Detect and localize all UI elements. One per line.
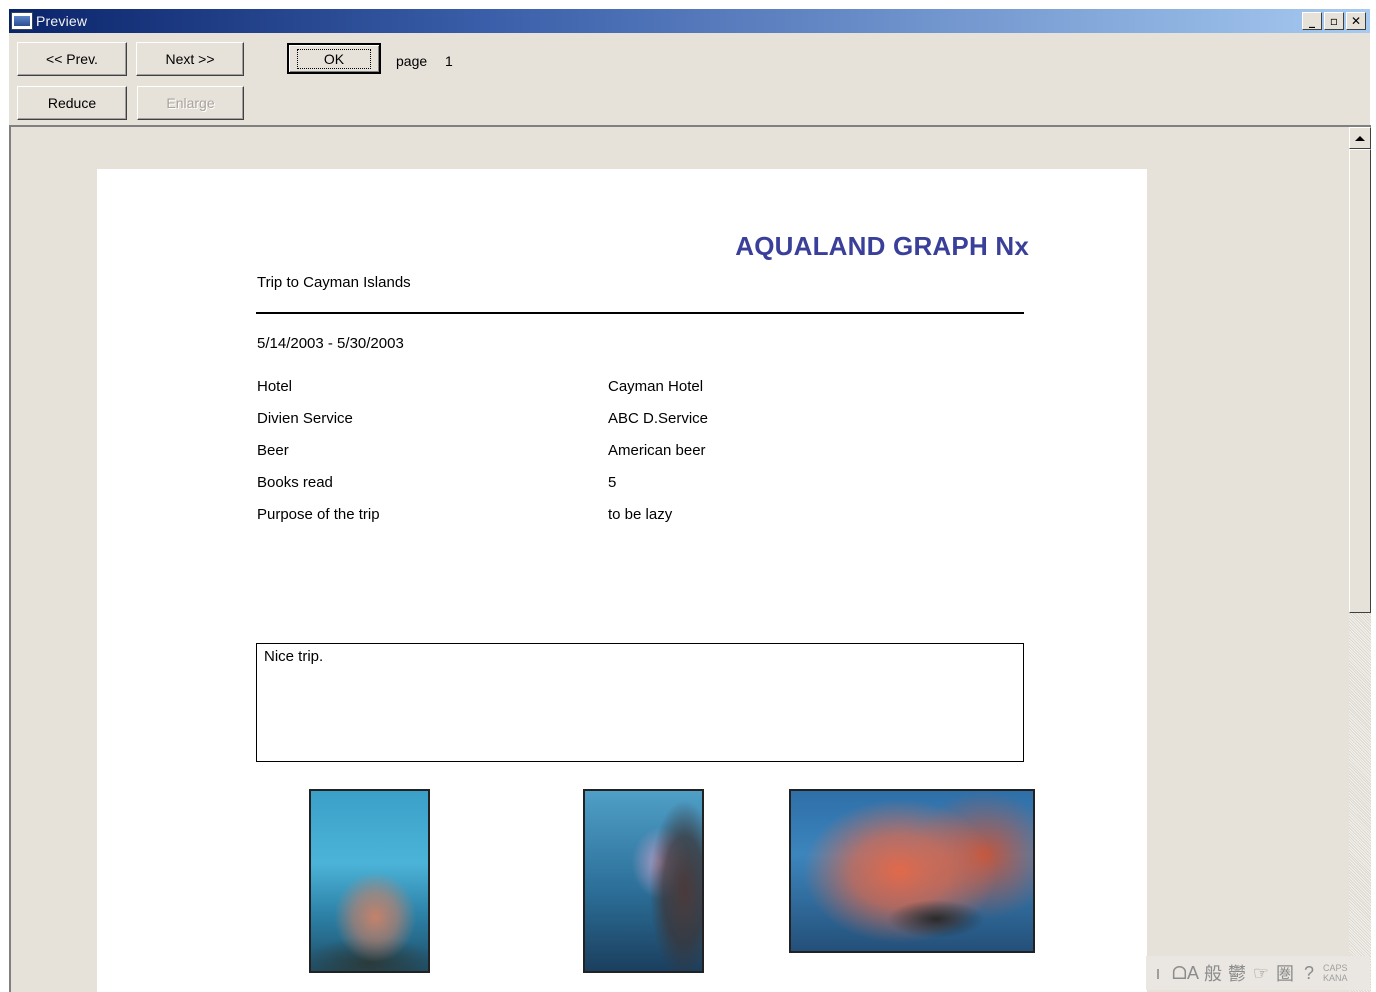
reduce-button[interactable]: Reduce (17, 86, 127, 120)
memo-box: Nice trip. (256, 643, 1024, 762)
date-range: 5/14/2003 - 5/30/2003 (257, 335, 404, 352)
field-label-books-read: Books read (257, 474, 333, 491)
divider (256, 312, 1024, 314)
coral-reef-photo (309, 789, 430, 973)
trip-title: Trip to Cayman Islands (257, 274, 411, 291)
ok-button[interactable]: OK (287, 43, 381, 74)
field-label-beer: Beer (257, 442, 289, 459)
field-label-hotel: Hotel (257, 378, 293, 395)
preview-window: Preview _ ▫ ✕ << Prev. Next >> OK page 1… (8, 8, 1371, 992)
scroll-up-button[interactable] (1349, 127, 1371, 149)
restore-icon: ▫ (1329, 14, 1339, 28)
field-label-dive-service: Divien Service (257, 410, 353, 427)
field-value-hotel: Cayman Hotel (608, 378, 704, 395)
prev-button[interactable]: << Prev. (17, 42, 127, 76)
restore-button[interactable]: ▫ (1324, 12, 1344, 30)
ime-input-mode-icon[interactable]: ᗝA (1172, 960, 1199, 986)
ime-tools-icon[interactable]: ☞ (1251, 960, 1271, 986)
page-number: 1 (445, 53, 453, 69)
kana-label: KANA (1322, 973, 1348, 983)
enlarge-button: Enlarge (137, 86, 244, 120)
ime-help-icon[interactable]: ? (1299, 960, 1319, 986)
window-title: Preview (36, 13, 88, 29)
preview-area[interactable]: AQUALAND GRAPH Nx Trip to Cayman Islands… (9, 125, 1371, 992)
ime-dictionary-icon[interactable]: 圏 (1275, 960, 1295, 986)
report-page: AQUALAND GRAPH Nx Trip to Cayman Islands… (97, 169, 1147, 992)
minimize-icon: _ (1309, 14, 1315, 28)
vertical-scrollbar[interactable] (1349, 127, 1371, 992)
caps-label: CAPS (1322, 963, 1348, 973)
field-value-books-read: 5 (608, 474, 617, 491)
title-bar[interactable]: Preview _ ▫ ✕ (9, 9, 1370, 33)
close-icon: ✕ (1350, 14, 1362, 28)
field-label-purpose: Purpose of the trip (257, 506, 380, 523)
ime-toolbar: ı ᗝA 般 鬱 ☞ 圏 ? CAPS KANA (1146, 956, 1370, 990)
field-value-dive-service: ABC D.Service (608, 410, 709, 427)
toolbar: << Prev. Next >> OK page 1 Reduce Enlarg… (9, 33, 1370, 125)
field-value-purpose: to be lazy (608, 506, 673, 523)
ime-pad-icon[interactable]: 鬱 (1227, 960, 1247, 986)
close-button[interactable]: ✕ (1346, 12, 1366, 30)
next-button[interactable]: Next >> (136, 42, 244, 76)
ime-handle-icon[interactable]: ı (1148, 960, 1168, 986)
scroll-thumb[interactable] (1349, 149, 1371, 613)
app-icon (11, 12, 33, 30)
sea-fan-fish-photo (789, 789, 1035, 953)
arrow-up-icon (1355, 135, 1365, 141)
report-brand-title: AQUALAND GRAPH Nx (735, 231, 1029, 261)
minimize-button[interactable]: _ (1302, 12, 1322, 30)
diver-reef-photo (583, 789, 704, 973)
field-value-beer: American beer (608, 442, 706, 459)
caps-kana-indicator: CAPS KANA (1323, 963, 1348, 983)
window-controls: _ ▫ ✕ (1302, 12, 1366, 30)
page-label: page (396, 53, 428, 69)
ime-conversion-mode-icon[interactable]: 般 (1203, 960, 1223, 986)
ok-button-label: OK (296, 48, 372, 69)
